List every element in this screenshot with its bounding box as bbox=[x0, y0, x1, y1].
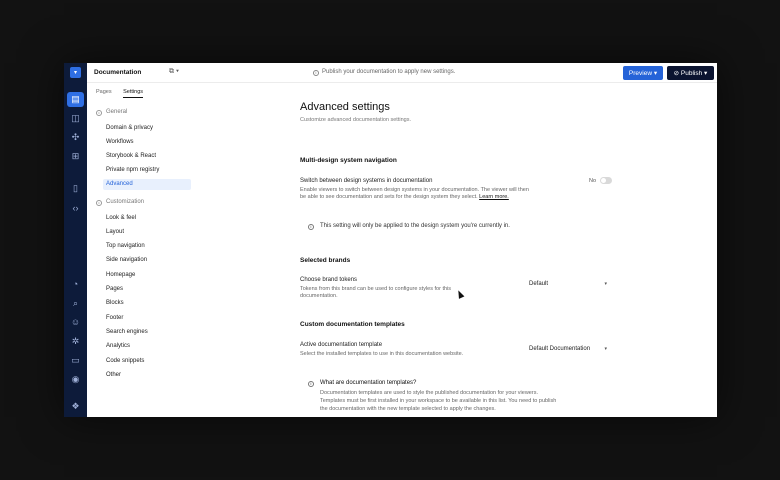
brand-tokens-description: Tokens from this brand can be used to co… bbox=[300, 286, 452, 299]
sidebar-item-workflows[interactable]: Workflows bbox=[103, 137, 191, 148]
active-template-label: Active documentation template bbox=[300, 342, 383, 348]
callout-title: What are documentation templates? bbox=[320, 380, 417, 386]
section-customization[interactable]: • Customization bbox=[96, 199, 144, 206]
tab-settings[interactable]: Settings bbox=[123, 89, 144, 98]
design-system-toggle[interactable] bbox=[600, 177, 612, 184]
app-logo-icon[interactable]: ▾ bbox=[70, 67, 81, 78]
info-icon: i bbox=[313, 70, 319, 76]
info-icon: i bbox=[308, 381, 314, 387]
design-system-info: i This setting will only be applied to th… bbox=[308, 223, 510, 230]
customization-section-icon: • bbox=[96, 200, 102, 206]
preview-button[interactable]: Preview ▾ bbox=[623, 66, 663, 80]
tab-pages[interactable]: Pages bbox=[96, 89, 112, 97]
sidebar-item-side-navigation[interactable]: Side navigation bbox=[103, 255, 191, 266]
publish-button[interactable]: ⊘ Publish ▾ bbox=[667, 66, 714, 80]
publish-notice-text: Publish your documentation to apply new … bbox=[322, 69, 456, 75]
brand-tokens-select[interactable]: Default ▾ bbox=[529, 281, 607, 287]
workspace-icon[interactable]: ❖ bbox=[67, 399, 84, 414]
sidebar-item-blocks[interactable]: Blocks bbox=[103, 298, 191, 309]
settings-content: Advanced settings Customize advanced doc… bbox=[300, 83, 717, 417]
sidebar-item-homepage[interactable]: Homepage bbox=[103, 270, 191, 281]
bell-icon[interactable]: ◔ bbox=[67, 277, 84, 292]
info-icon: i bbox=[308, 224, 314, 230]
grid-icon[interactable]: ⊞ bbox=[67, 149, 84, 164]
toggle-state-label: No bbox=[589, 178, 597, 184]
selected-brands-heading: Selected brands bbox=[300, 257, 351, 264]
sidebar-item-code-snippets[interactable]: Code snippets bbox=[103, 356, 191, 367]
chevron-down-icon: ▾ bbox=[604, 281, 607, 287]
sidebar-item-domain-privacy[interactable]: Domain & privacy bbox=[103, 123, 191, 134]
top-bar: Documentation ⧉ ▾ i Publish your document… bbox=[87, 63, 717, 83]
sidebar-item-analytics[interactable]: Analytics bbox=[103, 341, 191, 352]
documentation-icon[interactable]: ▤ bbox=[67, 92, 84, 107]
templates-info-callout: i What are documentation templates? Docum… bbox=[308, 380, 638, 413]
user-icon[interactable]: ☺ bbox=[67, 315, 84, 330]
settings-sidebar: Pages Settings • General Domain & privacy… bbox=[87, 83, 195, 417]
callout-body: Documentation templates are used to styl… bbox=[320, 390, 557, 412]
chevron-down-icon: ▾ bbox=[604, 346, 607, 352]
sidebar-item-search-engines[interactable]: Search engines bbox=[103, 327, 191, 338]
chat-icon[interactable]: ▭ bbox=[67, 353, 84, 368]
help-icon[interactable]: ◉ bbox=[67, 372, 84, 387]
sidebar-item-top-navigation[interactable]: Top navigation bbox=[103, 241, 191, 252]
search-icon[interactable]: ⌕ bbox=[67, 296, 84, 311]
sidebar-item-look-feel[interactable]: Look & feel bbox=[103, 213, 191, 224]
code-icon[interactable]: ‹› bbox=[67, 201, 84, 216]
general-section-icon: • bbox=[96, 110, 102, 116]
sidebar-item-advanced[interactable]: Advanced bbox=[103, 179, 191, 190]
active-template-select[interactable]: Default Documentation ▾ bbox=[529, 346, 607, 352]
section-general[interactable]: • General bbox=[96, 109, 127, 116]
learn-more-link[interactable]: Learn more. bbox=[479, 194, 509, 200]
component-icon[interactable]: ✣ bbox=[67, 130, 84, 145]
switch-design-systems-description: Enable viewers to switch between design … bbox=[300, 187, 529, 200]
book-icon[interactable]: ◫ bbox=[67, 111, 84, 126]
copy-dropdown-icon[interactable]: ⧉ ▾ bbox=[169, 68, 179, 76]
page-title: Advanced settings bbox=[300, 101, 390, 113]
active-template-description: Select the installed templates to use in… bbox=[300, 351, 464, 357]
documentation-title: Documentation bbox=[94, 69, 142, 76]
sidebar-item-other[interactable]: Other bbox=[103, 370, 191, 381]
brand-tokens-label: Choose brand tokens bbox=[300, 277, 358, 283]
sidebar-tabs: Pages Settings bbox=[96, 89, 153, 98]
publish-notice: i Publish your documentation to apply new… bbox=[313, 69, 455, 76]
icon-rail: ▾ ▤ ◫ ✣ ⊞ ▯ ‹› ◔ ⌕ ☺ ✲ ▭ ◉ ❖ bbox=[64, 63, 87, 417]
custom-templates-heading: Custom documentation templates bbox=[300, 321, 405, 328]
app-window: ▾ ▤ ◫ ✣ ⊞ ▯ ‹› ◔ ⌕ ☺ ✲ ▭ ◉ ❖ Documentati… bbox=[64, 63, 717, 417]
page-subtitle: Customize advanced documentation setting… bbox=[300, 117, 411, 123]
sidebar-item-private-npm[interactable]: Private npm registry bbox=[103, 165, 191, 176]
switch-design-systems-label: Switch between design systems in documen… bbox=[300, 178, 433, 184]
file-icon[interactable]: ▯ bbox=[67, 181, 84, 196]
sidebar-item-layout[interactable]: Layout bbox=[103, 227, 191, 238]
gear-icon[interactable]: ✲ bbox=[67, 334, 84, 349]
multi-design-heading: Multi-design system navigation bbox=[300, 157, 397, 164]
sidebar-item-storybook-react[interactable]: Storybook & React bbox=[103, 151, 191, 162]
sidebar-item-footer[interactable]: Footer bbox=[103, 313, 191, 324]
sidebar-item-pages[interactable]: Pages bbox=[103, 284, 191, 295]
